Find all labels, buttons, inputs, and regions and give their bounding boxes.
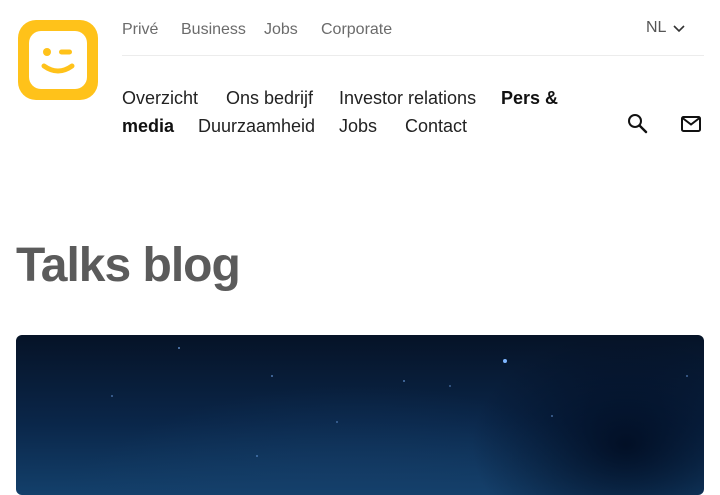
smiley-wink-icon (18, 20, 98, 100)
star (178, 347, 180, 349)
star (449, 385, 451, 387)
topnav-jobs[interactable]: Jobs (264, 21, 298, 39)
nav-pers-media-line2[interactable]: media (122, 116, 174, 137)
nav-contact[interactable]: Contact (405, 116, 467, 137)
chevron-down-icon (673, 25, 686, 33)
star (403, 380, 405, 382)
star (336, 421, 338, 423)
topnav-business[interactable]: Business (181, 21, 246, 39)
search-icon (628, 114, 648, 134)
nav-duurzaamheid[interactable]: Duurzaamheid (198, 116, 315, 137)
star (111, 395, 113, 397)
mail-button[interactable] (679, 112, 703, 136)
nav-ons-bedrijf[interactable]: Ons bedrijf (226, 88, 313, 109)
page-title: Talks blog (16, 239, 241, 292)
mail-icon (681, 116, 701, 132)
star (271, 375, 273, 377)
language-selector[interactable]: NL (646, 19, 686, 37)
hero-image[interactable] (16, 335, 704, 495)
topnav-prive[interactable]: Privé (122, 21, 158, 39)
star (503, 359, 507, 363)
telenet-logo[interactable] (18, 20, 98, 100)
star (686, 375, 688, 377)
star (551, 415, 553, 417)
nav-jobs[interactable]: Jobs (339, 116, 377, 137)
language-label: NL (646, 19, 667, 36)
star (256, 455, 258, 457)
top-navigation: Privé Business Jobs Corporate (122, 0, 704, 56)
nav-pers-media[interactable]: Pers & (501, 88, 558, 109)
search-button[interactable] (626, 112, 650, 136)
topnav-corporate[interactable]: Corporate (321, 21, 392, 39)
nav-overzicht[interactable]: Overzicht (122, 88, 198, 109)
nav-investor-relations[interactable]: Investor relations (339, 88, 476, 109)
